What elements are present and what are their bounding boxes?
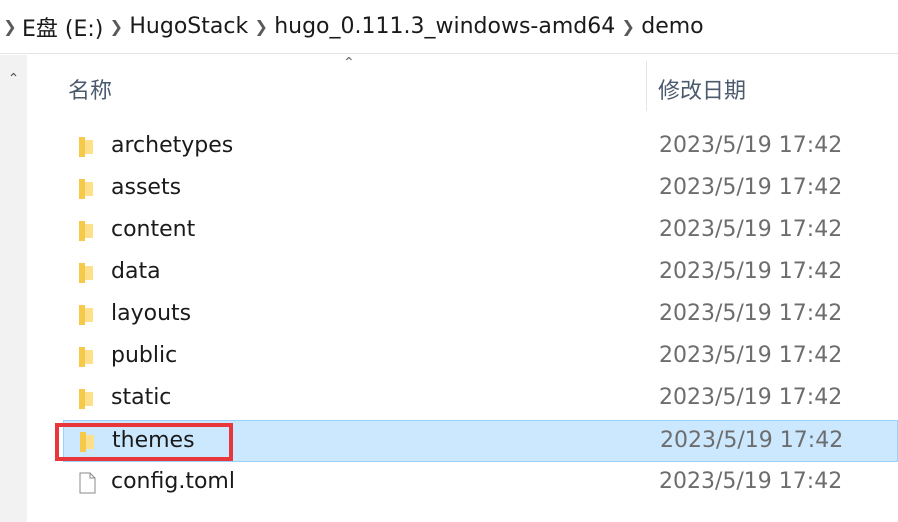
folder-icon bbox=[79, 347, 93, 367]
file-icon bbox=[79, 472, 96, 494]
folder-icon bbox=[79, 179, 93, 199]
file-date: 2023/5/19 17:42 bbox=[659, 259, 843, 284]
breadcrumb: ❯ E盘 (E:) ❯ HugoStack ❯ hugo_0.111.3_win… bbox=[0, 0, 898, 54]
annotation-highlight-box bbox=[55, 423, 233, 461]
file-row-layouts[interactable]: layouts 2023/5/19 17:42 bbox=[63, 294, 898, 336]
file-row-public[interactable]: public 2023/5/19 17:42 bbox=[63, 336, 898, 378]
file-date: 2023/5/19 17:42 bbox=[659, 217, 843, 242]
folder-icon bbox=[79, 221, 93, 241]
column-header-name[interactable]: 名称 bbox=[68, 73, 112, 105]
file-date: 2023/5/19 17:42 bbox=[659, 301, 843, 326]
file-date: 2023/5/19 17:42 bbox=[659, 385, 843, 410]
file-row-archetypes[interactable]: archetypes 2023/5/19 17:42 bbox=[63, 126, 898, 168]
breadcrumb-item-demo[interactable]: demo bbox=[639, 14, 705, 39]
sort-ascending-icon: ⌃ bbox=[343, 55, 355, 71]
file-date: 2023/5/19 17:42 bbox=[659, 133, 843, 158]
file-date: 2023/5/19 17:42 bbox=[659, 175, 843, 200]
file-name: config.toml bbox=[111, 469, 235, 494]
breadcrumb-item-drive[interactable]: E盘 (E:) bbox=[20, 11, 105, 43]
chevron-right-icon[interactable]: ❯ bbox=[250, 17, 272, 36]
vertical-scrollbar[interactable] bbox=[0, 55, 27, 522]
file-name: static bbox=[111, 385, 172, 410]
file-date: 2023/5/19 17:42 bbox=[660, 428, 844, 453]
folder-icon bbox=[79, 263, 93, 283]
file-name: public bbox=[111, 343, 178, 368]
file-name: content bbox=[111, 217, 196, 242]
chevron-right-icon[interactable]: ❯ bbox=[617, 17, 639, 36]
column-header: ⌃ 名称 修改日期 bbox=[48, 55, 898, 121]
file-name: layouts bbox=[111, 301, 192, 326]
file-date: 2023/5/19 17:42 bbox=[659, 343, 843, 368]
file-name: assets bbox=[111, 175, 182, 200]
breadcrumb-item-hugo-folder[interactable]: hugo_0.111.3_windows-amd64 bbox=[272, 14, 617, 39]
file-date: 2023/5/19 17:42 bbox=[659, 469, 843, 494]
column-header-date-modified[interactable]: 修改日期 bbox=[658, 73, 746, 105]
scroll-up-arrow-icon[interactable]: ⌃ bbox=[0, 64, 27, 94]
chevron-right-icon[interactable]: ❯ bbox=[0, 17, 20, 36]
file-row-assets[interactable]: assets 2023/5/19 17:42 bbox=[63, 168, 898, 210]
breadcrumb-item-hugostack[interactable]: HugoStack bbox=[127, 14, 250, 39]
file-name: archetypes bbox=[111, 133, 234, 158]
file-name: data bbox=[111, 259, 161, 284]
folder-icon bbox=[79, 137, 93, 157]
file-row-content[interactable]: content 2023/5/19 17:42 bbox=[63, 210, 898, 252]
file-row-config-toml[interactable]: config.toml 2023/5/19 17:42 bbox=[63, 462, 898, 504]
folder-icon bbox=[79, 305, 93, 325]
chevron-right-icon[interactable]: ❯ bbox=[105, 17, 127, 36]
folder-icon bbox=[79, 389, 93, 409]
file-row-static[interactable]: static 2023/5/19 17:42 bbox=[63, 378, 898, 420]
column-divider[interactable] bbox=[646, 61, 647, 111]
file-row-data[interactable]: data 2023/5/19 17:42 bbox=[63, 252, 898, 294]
